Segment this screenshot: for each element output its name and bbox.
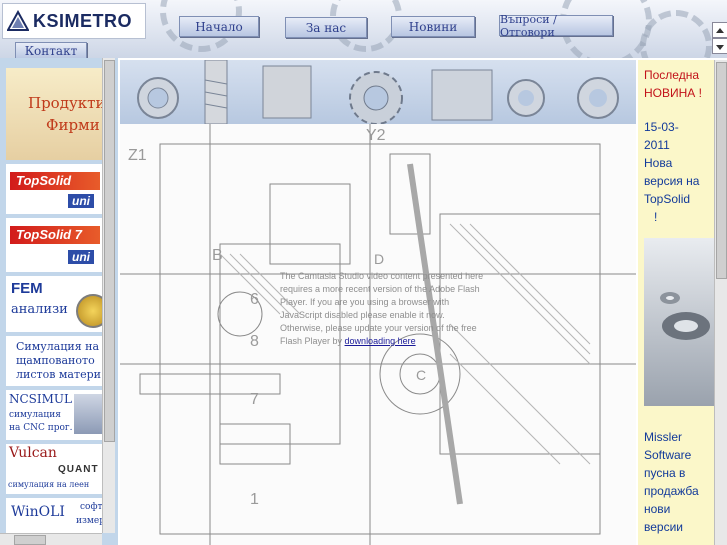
news-panel-scroll-thumb[interactable] — [716, 62, 727, 279]
fem-subtitle: анализи — [11, 302, 68, 317]
missler-l5: нови — [644, 502, 671, 516]
stamping-line1: Симулация на — [16, 340, 100, 353]
nav-contact-button[interactable]: Контакт — [15, 42, 87, 58]
news-panel: Последна НОВИНА ! 15-03- 2011 Нова верси… — [638, 60, 727, 545]
winoli-title: WinOLI — [11, 504, 65, 520]
ncsimul-logo-icon — [74, 394, 102, 434]
drawing-label-d: D — [374, 251, 384, 267]
fem-item[interactable]: FEM анализи — [6, 276, 102, 332]
latest-news-line2: НОВИНА ! — [644, 86, 702, 100]
news-text-l3: TopSolid — [644, 192, 691, 206]
ncsimul-line3: на CNC прог. — [9, 423, 73, 433]
companies-heading: Фирми — [46, 116, 100, 134]
flash-player-message: The Camtasia Studio video content presen… — [280, 270, 490, 348]
drawing-label-c: C — [416, 367, 426, 383]
drawing-label-z1: Z1 — [128, 147, 147, 164]
fem-title: FEM — [11, 280, 43, 297]
drawing-label-y2: Y2 — [366, 127, 386, 144]
drawing-label-1: 1 — [250, 491, 259, 508]
scroll-down-arrow-icon[interactable] — [712, 38, 727, 54]
hardware-banner — [120, 60, 636, 125]
site-logo[interactable]: KSIMETRO — [2, 3, 146, 39]
ncsimul-item[interactable]: NCSIMUL симулация на CNC прог. — [6, 390, 102, 440]
vulcan-item[interactable]: Vulcan QUANT симулация на леен — [6, 444, 102, 494]
topsolid-item[interactable]: TopSolid uni — [6, 164, 102, 214]
products-heading: Продукти — [28, 94, 102, 112]
bearing-photo-graphic — [660, 292, 710, 340]
nav-news-label: Новини — [408, 19, 458, 34]
left-panel-hscroll-thumb[interactable] — [14, 535, 46, 545]
nav-about-button[interactable]: За нас — [285, 17, 367, 38]
news-text-l2: версия на — [644, 174, 700, 188]
news-panel-scrollbar[interactable] — [714, 60, 727, 545]
missler-l6: версии — [644, 520, 683, 534]
nav-news-button[interactable]: Новини — [391, 16, 475, 37]
hardware-banner-graphic — [137, 60, 619, 125]
vulcan-line3: симулация на леен — [8, 480, 90, 489]
news-text-l4: ! — [654, 210, 658, 224]
nav-home-label: Начало — [195, 19, 243, 34]
news-year: 2011 — [644, 138, 670, 152]
nav-contact-label: Контакт — [24, 44, 78, 58]
news-text-l1: Нова — [644, 156, 673, 170]
flash-message-text: The Camtasia Studio video content presen… — [280, 271, 484, 346]
drawing-label-6: 6 — [250, 291, 259, 308]
missler-l3: пусна в — [644, 466, 686, 480]
vulcan-quant-logo: QUANT — [58, 464, 99, 475]
news-item-topsolid[interactable]: 15-03- 2011 Нова версия на TopSolid ! — [644, 118, 714, 226]
nav-faq-label: Въпроси / Отговори — [500, 12, 557, 39]
stamping-simulation-item[interactable]: Симулация на щампованото листов матери — [6, 336, 102, 386]
topsolid-uni-badge: uni — [68, 194, 94, 208]
logo-text: KSIMETRO — [33, 10, 133, 31]
drawing-label-b: B — [212, 247, 223, 264]
news-date: 15-03- — [644, 120, 679, 134]
missler-l1: Missler — [644, 430, 682, 444]
left-product-panel: Продукти Фирми TopSolid uni TopSolid 7 u… — [0, 58, 118, 545]
logo-triangle-icon — [6, 9, 30, 32]
drawing-label-7: 7 — [250, 391, 259, 408]
winoli-line3: измер — [76, 516, 102, 526]
product-list: Продукти Фирми TopSolid uni TopSolid 7 u… — [6, 62, 102, 545]
ncsimul-line2: симулация — [9, 410, 61, 420]
latest-news-heading[interactable]: Последна НОВИНА ! — [644, 66, 714, 102]
bearing-photo — [644, 238, 714, 406]
main-content: Z1 Y2 B 6 8 7 1 C D The Camtasia Studio … — [120, 60, 636, 545]
top-header: KSIMETRO Начало За нас Новини Въпроси / … — [0, 0, 727, 58]
left-panel-scrollbar[interactable] — [102, 58, 115, 533]
left-panel-hscrollbar[interactable] — [0, 533, 102, 545]
topsolid7-item[interactable]: TopSolid 7 uni — [6, 218, 102, 272]
topsolid7-uni-badge: uni — [68, 250, 94, 264]
scroll-up-arrow-icon[interactable] — [712, 22, 727, 38]
nav-faq-button[interactable]: Въпроси / Отговори — [499, 12, 613, 39]
missler-l2: Software — [644, 448, 692, 462]
left-panel-scroll-thumb[interactable] — [104, 60, 115, 442]
drawing-label-8: 8 — [250, 333, 259, 350]
stamping-line2: щампованото — [16, 354, 95, 367]
topsolid-title: TopSolid — [16, 173, 72, 188]
nav-about-label: За нас — [305, 20, 347, 35]
missler-l4: продажба — [644, 484, 699, 498]
topsolid7-title: TopSolid 7 — [16, 227, 82, 242]
fem-logo-icon — [76, 294, 102, 328]
news-item-missler[interactable]: Missler Software пусна в продажба нови в… — [644, 428, 714, 536]
vulcan-title: Vulcan — [9, 445, 57, 461]
flash-download-link[interactable]: downloading here — [345, 336, 416, 346]
stamping-line3: листов матери — [16, 368, 101, 381]
winoli-line2: софту — [80, 502, 102, 512]
products-heading-card[interactable]: Продукти Фирми — [6, 68, 102, 160]
engineering-drawing: Z1 Y2 B 6 8 7 1 C D The Camtasia Studio … — [120, 124, 636, 545]
ncsimul-title: NCSIMUL — [9, 392, 73, 406]
latest-news-line1: Последна — [644, 68, 700, 82]
nav-home-button[interactable]: Начало — [179, 16, 259, 37]
